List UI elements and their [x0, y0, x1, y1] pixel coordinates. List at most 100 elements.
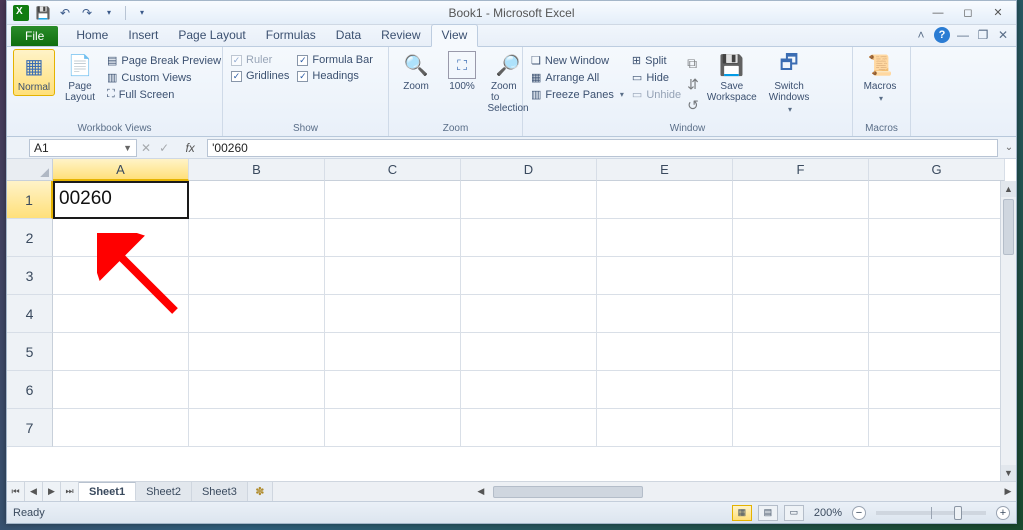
- row-header-5[interactable]: 5: [7, 333, 53, 371]
- cell[interactable]: [733, 219, 869, 257]
- first-sheet-button[interactable]: ⏮: [7, 482, 25, 501]
- cell[interactable]: [733, 409, 869, 447]
- select-all-button[interactable]: [7, 159, 53, 181]
- tab-data[interactable]: Data: [326, 25, 371, 46]
- cell[interactable]: [325, 181, 461, 219]
- tab-formulas[interactable]: Formulas: [256, 25, 326, 46]
- cell[interactable]: [733, 181, 869, 219]
- cell[interactable]: [461, 219, 597, 257]
- tab-page-layout[interactable]: Page Layout: [168, 25, 255, 46]
- cell[interactable]: [597, 181, 733, 219]
- next-sheet-button[interactable]: ▶: [43, 482, 61, 501]
- zoom-level[interactable]: 200%: [810, 507, 846, 519]
- cell[interactable]: [325, 333, 461, 371]
- new-window-button[interactable]: ❏New Window: [529, 53, 626, 68]
- scroll-right-icon[interactable]: ▶: [1000, 486, 1016, 497]
- cell[interactable]: [869, 219, 1005, 257]
- column-header-c[interactable]: C: [325, 159, 461, 181]
- scroll-thumb[interactable]: [1003, 199, 1014, 255]
- sheet-tab-2[interactable]: Sheet2: [136, 482, 192, 501]
- doc-close-icon[interactable]: ✕: [996, 28, 1010, 42]
- scroll-left-icon[interactable]: ◀: [473, 486, 489, 497]
- chevron-down-icon[interactable]: ▼: [123, 143, 132, 153]
- prev-sheet-button[interactable]: ◀: [25, 482, 43, 501]
- tab-view[interactable]: View: [431, 24, 479, 47]
- cell[interactable]: [869, 295, 1005, 333]
- cell[interactable]: [461, 181, 597, 219]
- cell[interactable]: [325, 219, 461, 257]
- cell[interactable]: [189, 295, 325, 333]
- save-workspace-button[interactable]: 💾SaveWorkspace: [703, 49, 761, 105]
- cell[interactable]: [325, 295, 461, 333]
- minimize-button[interactable]: —: [924, 4, 952, 22]
- cell[interactable]: [869, 409, 1005, 447]
- full-screen-button[interactable]: ⛶Full Screen: [105, 87, 223, 102]
- qat-customize-icon[interactable]: ▾: [101, 5, 117, 21]
- maximize-button[interactable]: ◻: [954, 4, 982, 22]
- cell[interactable]: [733, 295, 869, 333]
- cell[interactable]: [869, 181, 1005, 219]
- row-header-4[interactable]: 4: [7, 295, 53, 333]
- save-icon[interactable]: 💾: [35, 5, 51, 21]
- headings-checkbox[interactable]: ✓Headings: [295, 69, 375, 83]
- cell[interactable]: [597, 371, 733, 409]
- row-header-2[interactable]: 2: [7, 219, 53, 257]
- column-header-e[interactable]: E: [597, 159, 733, 181]
- macros-button[interactable]: 📜Macros: [859, 49, 901, 105]
- help-icon[interactable]: ?: [934, 27, 950, 43]
- freeze-panes-button[interactable]: ▥Freeze Panes: [529, 87, 626, 102]
- cell[interactable]: [869, 333, 1005, 371]
- cell[interactable]: [325, 409, 461, 447]
- cell[interactable]: [597, 409, 733, 447]
- formula-input[interactable]: '00260: [207, 139, 998, 157]
- ruler-checkbox[interactable]: ✓Ruler: [229, 53, 291, 67]
- page-break-preview-button[interactable]: ▤Page Break Preview: [105, 53, 223, 68]
- cell[interactable]: [869, 371, 1005, 409]
- cell[interactable]: [53, 371, 189, 409]
- sheet-tab-1[interactable]: Sheet1: [79, 482, 136, 501]
- cell[interactable]: [189, 371, 325, 409]
- column-header-b[interactable]: B: [189, 159, 325, 181]
- cancel-icon[interactable]: ✕: [137, 141, 155, 155]
- cell[interactable]: [461, 257, 597, 295]
- doc-minimize-icon[interactable]: —: [956, 28, 970, 42]
- page-layout-view-icon[interactable]: ▤: [758, 505, 778, 521]
- normal-view-button[interactable]: ▦ Normal: [13, 49, 55, 96]
- cell[interactable]: [189, 219, 325, 257]
- horizontal-scrollbar[interactable]: ◀ ▶: [272, 482, 1016, 501]
- minimize-ribbon-icon[interactable]: ˄: [914, 28, 928, 42]
- column-header-d[interactable]: D: [461, 159, 597, 181]
- qat-dropdown-icon[interactable]: ▾: [134, 5, 150, 21]
- cell[interactable]: [869, 257, 1005, 295]
- tab-review[interactable]: Review: [371, 25, 430, 46]
- switch-windows-button[interactable]: 🗗SwitchWindows: [765, 49, 814, 116]
- doc-restore-icon[interactable]: ❐: [976, 28, 990, 42]
- sheet-tab-3[interactable]: Sheet3: [192, 482, 248, 501]
- cell[interactable]: [189, 257, 325, 295]
- cell[interactable]: [53, 257, 189, 295]
- cell[interactable]: [189, 181, 325, 219]
- reset-position-icon[interactable]: ↺: [687, 97, 699, 114]
- custom-views-button[interactable]: ▥Custom Views: [105, 70, 223, 85]
- cell[interactable]: [325, 371, 461, 409]
- cell[interactable]: [53, 219, 189, 257]
- enter-icon[interactable]: ✓: [155, 141, 173, 155]
- vertical-scrollbar[interactable]: ▲ ▼: [1000, 181, 1016, 481]
- cell[interactable]: [597, 295, 733, 333]
- undo-icon[interactable]: ↶: [57, 5, 73, 21]
- hide-button[interactable]: ▭Hide: [630, 70, 683, 85]
- zoom-button[interactable]: 🔍Zoom: [395, 49, 437, 94]
- gridlines-checkbox[interactable]: ✓Gridlines: [229, 69, 291, 83]
- unhide-button[interactable]: ▭Unhide: [630, 87, 683, 102]
- formula-bar-checkbox[interactable]: ✓Formula Bar: [295, 53, 375, 67]
- last-sheet-button[interactable]: ⏭: [61, 482, 79, 501]
- cell[interactable]: [461, 295, 597, 333]
- page-break-view-icon[interactable]: ▭: [784, 505, 804, 521]
- row-header-6[interactable]: 6: [7, 371, 53, 409]
- cell[interactable]: [597, 219, 733, 257]
- cell[interactable]: [461, 409, 597, 447]
- scroll-thumb[interactable]: [493, 486, 643, 498]
- scroll-up-icon[interactable]: ▲: [1001, 181, 1016, 197]
- sync-scrolling-icon[interactable]: ⇵: [687, 76, 699, 93]
- cell[interactable]: [189, 333, 325, 371]
